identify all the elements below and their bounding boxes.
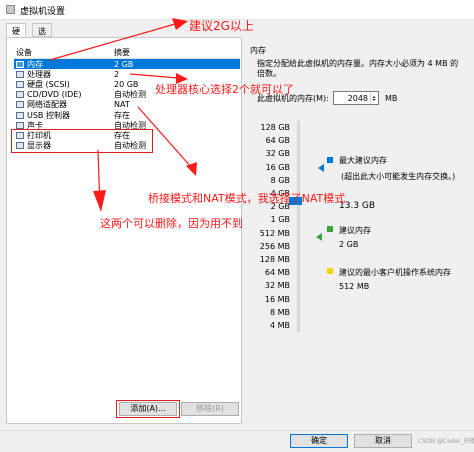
device-column-header[interactable]: 设备 (14, 47, 114, 58)
annotation-memory: 建议2G以上 (189, 19, 254, 33)
memory-slider-track[interactable] (297, 121, 300, 332)
remove-device-button[interactable]: 移除(R) (181, 402, 239, 416)
memory-description: 指定分配给此虚拟机的内存量。内存大小必须为 4 MB 的倍数。 (257, 59, 459, 78)
max-recommended-swatch (327, 157, 333, 163)
cpu-icon (16, 70, 24, 78)
scale-tick: 16 MB (264, 294, 290, 304)
summary-column-header[interactable]: 摘要 (114, 47, 234, 58)
memory-input[interactable]: 2048 (333, 91, 379, 105)
device-name: 硬盘 (SCSI) (27, 79, 70, 89)
scale-tick: 8 GB (270, 175, 290, 185)
recommended-label: 建议内存 (339, 226, 371, 235)
scale-tick: 512 MB (259, 228, 290, 238)
cd-icon (16, 91, 24, 99)
watermark: CSDN @Coder_柠檬 (418, 438, 474, 445)
scale-tick: 64 GB (265, 136, 290, 146)
dialog-footer: 确定 取消 CSDN @Coder_柠檬 (0, 430, 474, 452)
usb-icon (16, 111, 24, 119)
highlight-add-button (116, 400, 180, 418)
max-recommended-note: (超出此大小可能发生内存交换。) (341, 172, 456, 181)
recommended-marker (316, 233, 322, 241)
vm-settings-icon (6, 5, 15, 14)
scale-tick: 128 MB (259, 255, 290, 264)
highlight-removable-devices (11, 129, 153, 153)
device-row-usb[interactable]: USB 控制器 存在 (14, 110, 240, 120)
scale-tick: 1 GB (270, 215, 290, 225)
device-summary: NAT (114, 100, 130, 110)
memory-spinner[interactable] (370, 93, 377, 103)
memory-icon (16, 60, 24, 68)
scale-tick: 128 GB (260, 123, 291, 132)
window-title: 虚拟机设置 (20, 7, 66, 17)
scale-tick: 8 MB (269, 307, 290, 317)
scale-tick: 256 MB (259, 241, 290, 251)
recommended-swatch (327, 226, 333, 232)
minimum-label: 建议的最小客户机操作系统内存 (339, 268, 451, 277)
device-row-processor[interactable]: 处理器 2 (14, 69, 240, 79)
ok-button[interactable]: 确定 (290, 434, 348, 448)
max-recommended-marker (318, 164, 324, 172)
scale-tick: 32 GB (265, 149, 290, 159)
scale-tick: 4 MB (269, 321, 290, 330)
network-icon (16, 101, 24, 109)
device-row-network[interactable]: 网络适配器 NAT (14, 100, 240, 110)
tab-hardware[interactable]: 硬件 (6, 23, 26, 47)
device-row-memory[interactable]: 内存 2 GB (14, 59, 240, 70)
cancel-button[interactable]: 取消 (354, 434, 412, 448)
hard-disk-icon (16, 80, 24, 88)
device-table-header: 设备 摘要 (14, 47, 240, 59)
annotation-processor: 处理器核心选择2个就可以了 (155, 83, 294, 96)
tab-options[interactable]: 选项 (32, 23, 52, 47)
memory-section-title: 内存 (250, 46, 266, 55)
scale-tick: 64 MB (264, 268, 290, 278)
minimum-value: 512 MB (339, 282, 370, 291)
annotation-network: 桥接模式和NAT模式，我选择了NAT模式 (148, 192, 346, 205)
sound-icon (16, 121, 24, 129)
memory-slider[interactable] (290, 121, 305, 336)
minimum-swatch (327, 268, 333, 274)
max-recommended-label: 最大建议内存 (339, 156, 387, 165)
device-summary: 2 GB (114, 59, 134, 69)
scale-tick: 16 GB (265, 162, 290, 172)
memory-value: 2048 (347, 94, 368, 103)
scale-tick: 32 MB (264, 281, 290, 291)
recommended-value: 2 GB (339, 240, 359, 249)
device-summary: 2 (114, 69, 120, 79)
device-name: CD/DVD (IDE) (27, 90, 82, 100)
annotation-remove: 这两个可以删除，因为用不到 (100, 217, 243, 230)
memory-unit: MB (385, 94, 398, 103)
